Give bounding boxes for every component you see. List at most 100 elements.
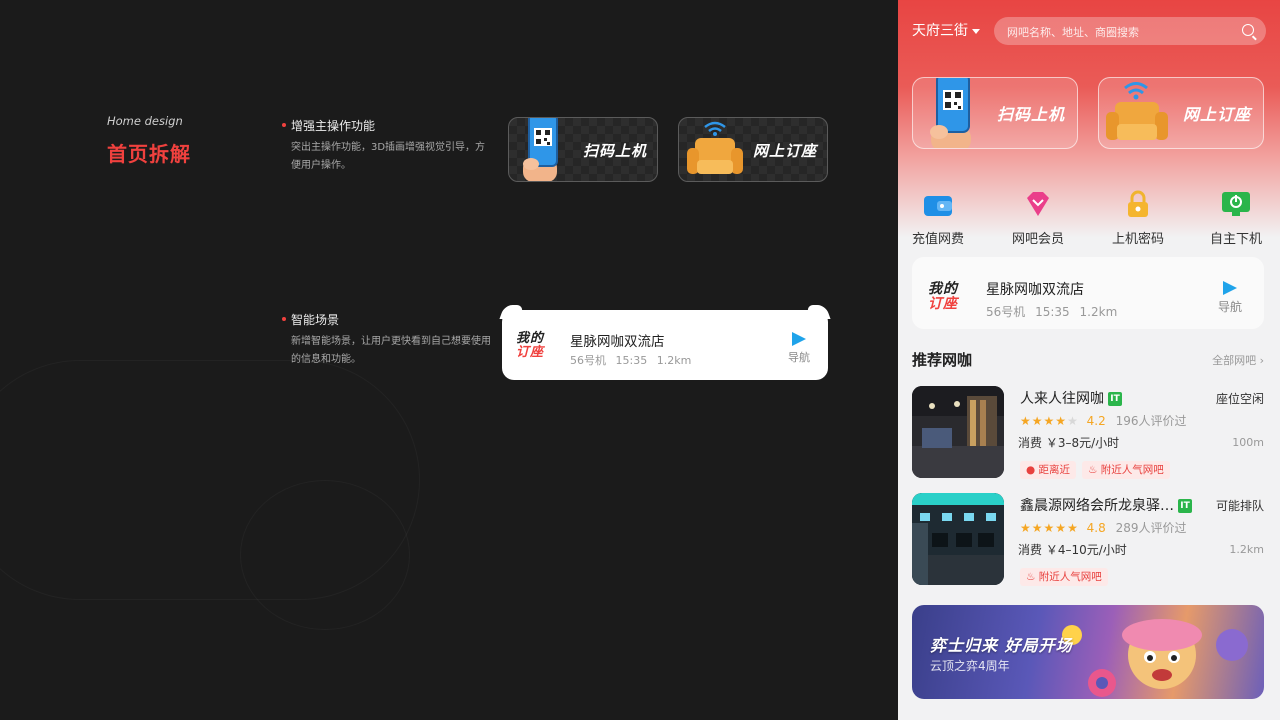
online-booking-label: 网上订座 [752, 142, 817, 160]
feature-title-smart-scene: 智能场景 [281, 313, 340, 327]
booking-meta: 56号机 15:35 1.2km [986, 303, 1117, 320]
online-booking-preview-card: 网上订座 [678, 117, 828, 182]
quick-action-label: 上机密码 [1111, 232, 1164, 247]
cafe-distance: 1.2km [1229, 543, 1264, 556]
cafe-list-item[interactable]: 鑫晨源网络会所龙泉驿… IT 可能排队 ★★★★★ 4.8 289人评价过 消费 … [912, 493, 1264, 586]
quick-action-login-password[interactable]: 上机密码 [1108, 190, 1168, 247]
lock-icon [1123, 190, 1153, 218]
quick-action-self-logout[interactable]: 自主下机 [1206, 190, 1266, 247]
scan-login-label: 扫码上机 [582, 142, 647, 160]
star-icon: ★ [1055, 521, 1068, 535]
cafe-photo [912, 493, 1004, 585]
store-name: 星脉网咖双流店 [986, 282, 1084, 298]
seat-status: 座位空闲 [1215, 392, 1264, 406]
navigate-label: 导航 [788, 351, 810, 364]
design-notes-panel: Home design 首页拆解 增强主操作功能 突出主操作功能，3D插画增强视… [0, 0, 898, 720]
seat-number: 56号机 [986, 305, 1026, 319]
power-monitor-icon [1221, 190, 1251, 218]
feature-title-main-actions: 增强主操作功能 [281, 119, 376, 133]
queue-status: 可能排队 [1215, 499, 1264, 513]
star-icon: ★ [1031, 414, 1044, 428]
phone-qr-illustration-icon [523, 118, 558, 181]
cafe-list-item[interactable]: 人来人往网咖 IT 座位空闲 ★★★★★ 4.2 196人评价过 消费 ￥3–8元… [912, 386, 1264, 479]
location-label: 天府三街 [912, 23, 968, 39]
recommended-section-title: 推荐网咖 [912, 351, 973, 369]
chip-nearby: ● 距离近 [1020, 461, 1077, 479]
chip-label: 附近人气网吧 [1100, 464, 1164, 476]
chevron-right-icon: › [1259, 354, 1264, 367]
sofa-wifi-illustration-icon [1106, 82, 1168, 140]
booking-meta: 56号机 15:35 1.2km [570, 352, 691, 368]
quick-action-label: 充值网费 [911, 232, 964, 247]
scan-login-label: 扫码上机 [996, 105, 1065, 124]
caret-down-icon [972, 28, 980, 34]
cafe-tag-badge: IT [1108, 392, 1122, 406]
star-icon: ★ [1031, 521, 1044, 535]
chip-popular: ♨ 附近人气网吧 [1082, 461, 1170, 479]
quick-action-recharge[interactable]: 充值网费 [908, 190, 968, 247]
search-input[interactable]: 网吧名称、地址、商圈搜索 [994, 17, 1266, 45]
online-booking-label: 网上订座 [1182, 105, 1251, 124]
review-count: 196人评价过 [1115, 414, 1187, 428]
banner-subtitle: 云顶之弈4周年 [930, 659, 1010, 673]
badge-line-1: 我的 [928, 281, 958, 297]
rating-score: 4.2 [1086, 414, 1106, 428]
section-title: 首页拆解 [107, 142, 191, 166]
view-all-cafes-link[interactable]: 全部网吧 › [1212, 352, 1264, 368]
scan-login-button[interactable]: 扫码上机 [912, 77, 1078, 149]
feature-desc-smart-scene: 新增智能场景，让用户更快看到自己想要使用的信息和功能。 [291, 336, 491, 365]
my-booking-preview-card: 我的 订座 星脉网咖双流店 56号机 15:35 1.2km 导航 [502, 310, 828, 380]
fire-icon: ♨ [1088, 464, 1098, 476]
quick-action-label: 自主下机 [1209, 232, 1262, 247]
chip-popular: ♨ 附近人气网吧 [1020, 568, 1108, 586]
star-icon: ★ [1067, 521, 1079, 535]
online-booking-button[interactable]: 网上订座 [1098, 77, 1264, 149]
navigate-arrow-icon [792, 332, 806, 346]
fire-icon: ♨ [1026, 571, 1036, 583]
promo-banner[interactable]: 弈士归来 好局开场 云顶之弈4周年 [912, 605, 1264, 699]
sofa-wifi-illustration-icon [687, 121, 743, 174]
chip-label: 距离近 [1038, 464, 1071, 476]
chip-label: 附近人气网吧 [1038, 571, 1102, 583]
navigate-button[interactable]: 导航 [1218, 281, 1242, 315]
navigate-label: 导航 [1218, 300, 1243, 314]
rating-stars: ★★★★★ 4.2 196人评价过 [1020, 412, 1186, 429]
rating-score: 4.8 [1086, 521, 1106, 535]
section-subtitle-en: Home design [107, 114, 183, 128]
my-booking-card[interactable]: 我的 订座 星脉网咖双流店 56号机 15:35 1.2km 导航 [912, 257, 1264, 329]
booking-time: 15:35 [615, 354, 648, 367]
feature-desc-main-actions: 突出主操作功能，3D插画增强视觉引导，方便用户操作。 [291, 142, 486, 171]
cafe-name-text: 人来人往网咖 [1020, 391, 1104, 407]
background-decoration [240, 480, 410, 630]
booking-time: 15:35 [1035, 305, 1070, 319]
cafe-distance: 100m [1232, 436, 1264, 449]
star-icon: ★ [1067, 414, 1079, 428]
quick-action-label: 网吧会员 [1011, 232, 1064, 247]
badge-line-2: 订座 [516, 344, 545, 360]
banner-title: 弈士归来 好局开场 [930, 636, 1073, 655]
badge-line-2: 订座 [928, 295, 958, 312]
view-all-label: 全部网吧 [1212, 354, 1257, 367]
rating-stars: ★★★★★ 4.8 289人评价过 [1020, 519, 1186, 536]
price-range: 消费 ￥3–8元/小时 [1018, 436, 1120, 450]
quick-action-membership[interactable]: 网吧会员 [1008, 190, 1068, 247]
review-count: 289人评价过 [1115, 521, 1187, 535]
cafe-tag-badge: IT [1178, 499, 1192, 513]
cafe-name: 鑫晨源网络会所龙泉驿… IT [1020, 495, 1192, 515]
search-icon [1242, 24, 1254, 36]
cafe-photo [912, 386, 1004, 478]
cafe-name-text: 鑫晨源网络会所龙泉驿… [1020, 498, 1174, 514]
location-pin-icon: ● [1026, 464, 1036, 476]
star-icon: ★ [1043, 414, 1056, 428]
phone-qr-illustration-icon [930, 78, 971, 148]
navigate-arrow-icon [1223, 281, 1237, 295]
diamond-icon [1023, 190, 1053, 218]
price-range: 消费 ￥4–10元/小时 [1018, 543, 1127, 557]
store-name: 星脉网咖双流店 [570, 334, 665, 350]
my-booking-badge: 我的 订座 [928, 282, 958, 311]
badge-line-1: 我的 [516, 331, 545, 346]
store-distance: 1.2km [656, 354, 692, 367]
seat-number: 56号机 [570, 354, 606, 367]
location-selector[interactable]: 天府三街 [912, 20, 980, 40]
star-icon: ★ [1055, 414, 1068, 428]
